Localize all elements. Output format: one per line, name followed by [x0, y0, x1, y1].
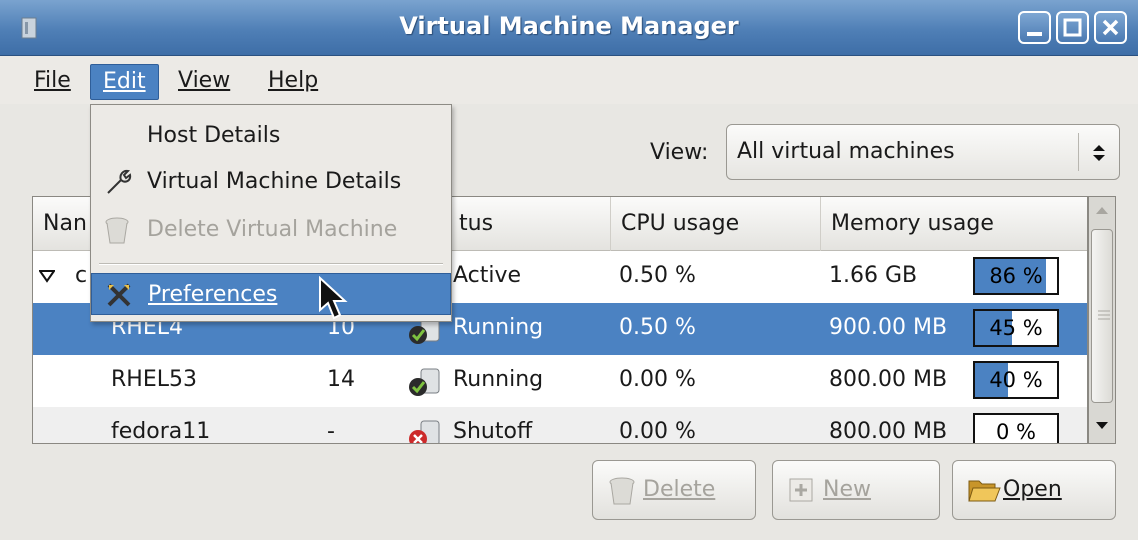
menu-help-label: Help — [268, 68, 319, 93]
row-status: Active — [453, 263, 522, 288]
row-memory: 900.00 MB — [829, 315, 948, 340]
menu-item-host-details[interactable]: Host Details — [91, 115, 451, 157]
table-row[interactable]: fedora11 - Shutoff 0.00 % 800.00 MB 0 % — [33, 407, 1087, 444]
column-header-memory[interactable]: Memory usage — [821, 197, 1087, 251]
menu-edit-label: Edit — [103, 69, 146, 94]
menu-item-vm-details[interactable]: Virtual Machine Details — [91, 161, 451, 203]
view-select-value: All virtual machines — [737, 139, 955, 164]
view-select[interactable]: All virtual machines — [726, 124, 1120, 180]
trash-icon — [105, 217, 129, 244]
row-memory: 800.00 MB — [829, 367, 948, 392]
memory-bar: 45 % — [973, 309, 1059, 347]
minimize-icon — [1027, 32, 1042, 36]
row-cpu: 0.00 % — [619, 419, 696, 444]
column-header-status[interactable]: tus — [441, 197, 611, 251]
grip-icon — [1098, 310, 1110, 320]
minimize-button[interactable] — [1018, 11, 1051, 44]
memory-bar-label: 86 % — [989, 264, 1043, 288]
window-title: Virtual Machine Manager — [399, 12, 739, 40]
vertical-scrollbar[interactable] — [1088, 196, 1116, 444]
folder-open-icon — [968, 480, 1001, 502]
menu-item-preferences[interactable]: Preferences — [91, 273, 451, 315]
maximize-icon — [1063, 18, 1082, 37]
row-memory: 800.00 MB — [829, 419, 948, 444]
scroll-up-icon[interactable] — [1090, 199, 1114, 227]
memory-bar: 40 % — [973, 361, 1059, 399]
close-button[interactable] — [1094, 11, 1127, 44]
new-button[interactable]: New — [772, 460, 940, 520]
row-status: Shutoff — [453, 419, 533, 444]
row-status: Running — [453, 315, 544, 340]
menu-item-label: Virtual Machine Details — [147, 169, 402, 194]
memory-bar: 86 % — [973, 257, 1059, 295]
delete-button-label: Delete — [643, 477, 716, 502]
menu-item-delete-vm[interactable]: Delete Virtual Machine — [91, 209, 451, 251]
menu-file-label: File — [34, 68, 71, 93]
preferences-icon — [107, 283, 131, 307]
expander-down-icon[interactable] — [39, 269, 55, 283]
view-select-divider — [1078, 133, 1079, 171]
menu-help[interactable]: Help — [256, 64, 330, 100]
wrench-icon — [107, 169, 132, 194]
running-icon — [409, 368, 440, 396]
memory-bar-label: 0 % — [996, 420, 1036, 444]
memory-bar-label: 40 % — [989, 368, 1043, 392]
memory-bar-label: 45 % — [989, 316, 1043, 340]
trash-icon — [609, 477, 635, 505]
menu-item-label: Delete Virtual Machine — [147, 217, 398, 242]
mouse-cursor-icon — [319, 276, 348, 320]
row-name: fedora11 — [111, 419, 211, 444]
row-name: c — [75, 263, 88, 288]
row-cpu: 0.00 % — [619, 367, 696, 392]
view-label: View: — [650, 140, 709, 165]
maximize-button[interactable] — [1056, 11, 1089, 44]
table-row[interactable]: RHEL53 14 Running 0.00 % 800.00 MB 40 % — [33, 355, 1087, 407]
row-memory: 1.66 GB — [829, 263, 918, 288]
scrollbar-thumb[interactable] — [1091, 229, 1113, 403]
menu-view[interactable]: View — [166, 64, 242, 100]
menu-item-label: Preferences — [148, 282, 278, 307]
menu-bar: File Edit View Help — [0, 56, 1138, 104]
row-id: - — [327, 419, 335, 444]
menu-separator — [99, 263, 443, 265]
menu-file[interactable]: File — [22, 64, 83, 100]
close-icon — [1102, 19, 1119, 36]
row-name: RHEL53 — [111, 367, 197, 392]
column-header-name[interactable]: Nan — [33, 197, 95, 251]
shutoff-icon — [409, 420, 440, 443]
new-button-label: New — [823, 477, 871, 502]
open-button-label: Open — [1003, 477, 1062, 502]
open-button[interactable]: Open — [952, 460, 1116, 520]
new-vm-icon — [789, 478, 813, 502]
menu-view-label: View — [178, 68, 231, 93]
scroll-down-icon[interactable] — [1090, 413, 1114, 441]
menu-item-label: Host Details — [147, 123, 281, 148]
updown-arrow-icon — [1093, 145, 1105, 161]
column-header-cpu[interactable]: CPU usage — [611, 197, 821, 251]
delete-button[interactable]: Delete — [592, 460, 756, 520]
row-id: 14 — [327, 367, 355, 392]
menu-edit[interactable]: Edit — [90, 64, 159, 100]
row-status: Running — [453, 367, 544, 392]
row-cpu: 0.50 % — [619, 263, 696, 288]
title-bar: Virtual Machine Manager — [0, 0, 1138, 56]
memory-bar: 0 % — [973, 413, 1059, 444]
edit-menu-dropdown: Host Details Virtual Machine Details Del… — [90, 104, 452, 322]
row-cpu: 0.50 % — [619, 315, 696, 340]
